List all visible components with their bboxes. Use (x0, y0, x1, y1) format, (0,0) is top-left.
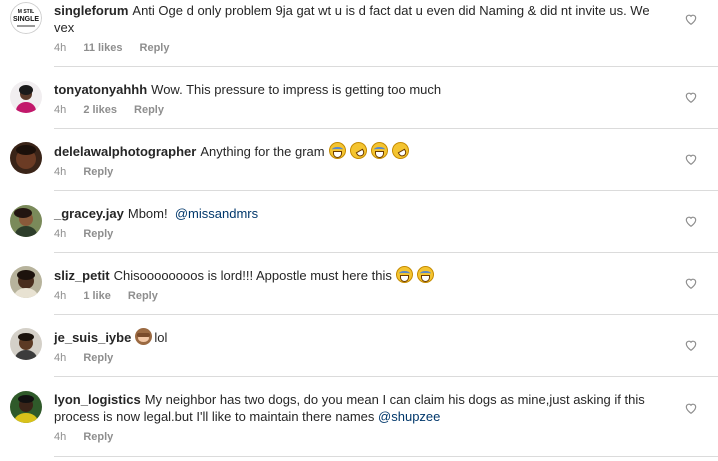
avatar-text-main: SINGLE (13, 16, 39, 23)
comment-body: singleforum Anti Oge d only problem 9ja g… (54, 2, 654, 55)
heart-outline-icon[interactable] (684, 152, 698, 166)
comment-text-line: lyon_logistics My neighbor has two dogs, … (54, 391, 654, 425)
comment-meta: 4h Reply (54, 165, 654, 179)
comment-body: lyon_logistics My neighbor has two dogs, … (54, 391, 654, 444)
comment-meta: 4h Reply (54, 430, 654, 444)
comment-username[interactable]: singleforum (54, 3, 128, 18)
comment-likes[interactable]: 2 likes (83, 104, 117, 116)
comment-body: tonyatonyahhh Wow. This pressure to impre… (54, 81, 654, 117)
comment-text: Anything for the gram (200, 144, 325, 159)
rolling-laughing-emoji (388, 138, 412, 163)
comment-username[interactable]: lyon_logistics (54, 392, 141, 407)
heart-outline-icon[interactable] (684, 90, 698, 104)
comment-time[interactable]: 4h (54, 42, 66, 54)
comment-text-line: singleforum Anti Oge d only problem 9ja g… (54, 2, 654, 36)
comment-mention[interactable]: @missandmrs (175, 206, 258, 221)
comment-text: Wow. This pressure to impress is getting… (151, 82, 442, 97)
comment-username[interactable]: tonyatonyahhh (54, 82, 147, 97)
heart-outline-icon[interactable] (684, 12, 698, 26)
comment-text: Chisoooooooos is lord!!! Appostle must h… (113, 268, 392, 283)
comment-meta: 4h 1 like Reply (54, 289, 654, 303)
reply-button[interactable]: Reply (83, 166, 113, 178)
comment-time[interactable]: 4h (54, 431, 66, 443)
divider (54, 456, 718, 457)
comment-text: Mbom! (127, 206, 168, 221)
reply-button[interactable]: Reply (140, 42, 170, 54)
comment-text-line: je_suis_iybe lol (54, 328, 654, 346)
avatar[interactable] (10, 81, 42, 113)
avatar-text-top: M STIL (18, 9, 34, 15)
comment-text-line: tonyatonyahhh Wow. This pressure to impre… (54, 81, 654, 98)
comment-body: _gracey.jay Mbom! @missandmrs 4h Reply (54, 205, 654, 241)
tears-of-joy-emoji (370, 142, 388, 159)
see-no-evil-monkey-emoji (135, 328, 153, 345)
avatar[interactable]: M STIL SINGLE (10, 2, 42, 34)
divider (54, 314, 718, 315)
heart-outline-icon[interactable] (684, 214, 698, 228)
comment-text-line: _gracey.jay Mbom! @missandmrs (54, 205, 654, 222)
divider (54, 376, 718, 377)
divider (54, 190, 718, 191)
reply-button[interactable]: Reply (83, 228, 113, 240)
comment-username[interactable]: _gracey.jay (54, 206, 124, 221)
tears-of-joy-emoji (328, 142, 346, 159)
reply-button[interactable]: Reply (128, 290, 158, 302)
heart-outline-icon[interactable] (684, 338, 698, 352)
divider (54, 128, 718, 129)
comment-likes[interactable]: 1 like (83, 290, 111, 302)
tears-of-joy-emoji (416, 266, 434, 283)
comment-body: sliz_petit Chisoooooooos is lord!!! Appos… (54, 266, 654, 303)
comment-body: delelawalphotographer Anything for the gr… (54, 138, 654, 179)
comment-meta: 4h Reply (54, 227, 654, 241)
comment-time[interactable]: 4h (54, 228, 66, 240)
rolling-laughing-emoji (346, 138, 370, 163)
avatar[interactable] (10, 328, 42, 360)
comment-text: lol (154, 330, 168, 345)
comment-time[interactable]: 4h (54, 290, 66, 302)
divider (54, 66, 718, 67)
comment-username[interactable]: sliz_petit (54, 268, 110, 283)
comment-time[interactable]: 4h (54, 352, 66, 364)
comment-meta: 4h 11 likes Reply (54, 41, 654, 55)
avatar[interactable] (10, 142, 42, 174)
comment-meta: 4h 2 likes Reply (54, 103, 654, 117)
comment-text: My neighbor has two dogs, do you mean I … (54, 392, 645, 424)
heart-outline-icon[interactable] (684, 276, 698, 290)
comment-likes[interactable]: 11 likes (83, 42, 122, 54)
avatar[interactable] (10, 391, 42, 423)
avatar[interactable] (10, 266, 42, 298)
reply-button[interactable]: Reply (134, 104, 164, 116)
comment-text-line: delelawalphotographer Anything for the gr… (54, 138, 654, 163)
comment-meta: 4h Reply (54, 351, 654, 365)
comment-username[interactable]: delelawalphotographer (54, 144, 196, 159)
comment-text: Anti Oge d only problem 9ja gat wt u is … (54, 3, 650, 35)
avatar[interactable] (10, 205, 42, 237)
comment-time[interactable]: 4h (54, 104, 66, 116)
comment-mention[interactable]: @shupzee (378, 409, 440, 424)
heart-outline-icon[interactable] (684, 401, 698, 415)
comment-body: je_suis_iybe lol 4h Reply (54, 328, 654, 365)
comment-time[interactable]: 4h (54, 166, 66, 178)
divider (54, 252, 718, 253)
tears-of-joy-emoji (395, 266, 413, 283)
comment-text-line: sliz_petit Chisoooooooos is lord!!! Appos… (54, 266, 654, 284)
reply-button[interactable]: Reply (83, 431, 113, 443)
reply-button[interactable]: Reply (83, 352, 113, 364)
comment-username[interactable]: je_suis_iybe (54, 330, 131, 345)
